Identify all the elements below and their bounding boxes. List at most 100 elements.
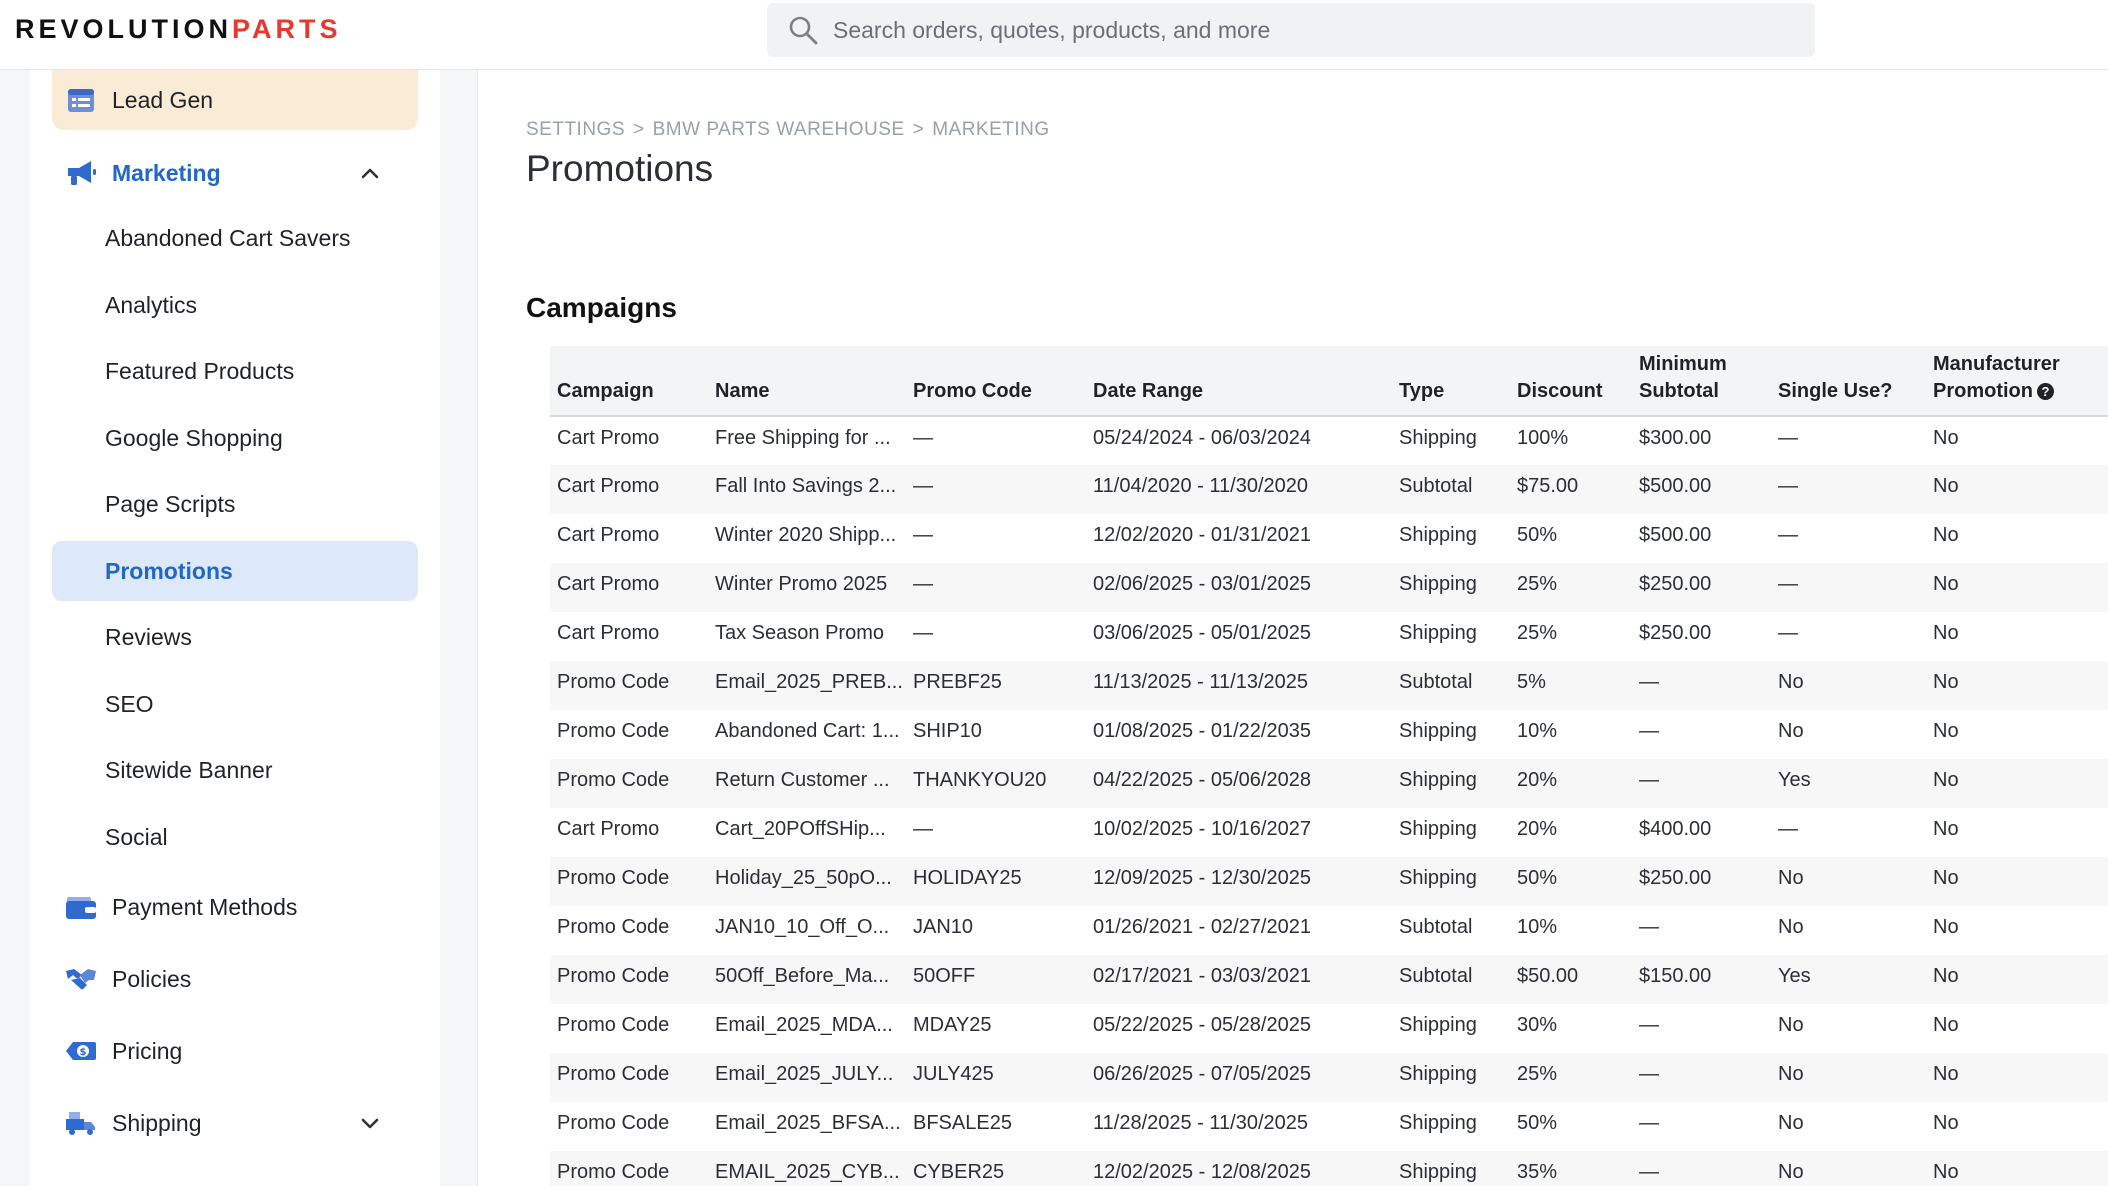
- breadcrumb-marketing[interactable]: MARKETING: [932, 119, 1049, 140]
- cell-minimum-subtotal: —: [1639, 1112, 1659, 1134]
- sidebar-item-label: Featured Products: [105, 357, 295, 384]
- sidebar-item-policies[interactable]: Policies: [52, 949, 418, 1009]
- cell-date-range: 05/24/2024 - 06/03/2024: [1093, 427, 1311, 449]
- breadcrumb-settings[interactable]: SETTINGS: [526, 119, 625, 140]
- help-icon[interactable]: ?: [2037, 383, 2054, 400]
- sidebar-item-abandoned-cart-savers[interactable]: Abandoned Cart Savers: [52, 208, 418, 268]
- cell-campaign: Promo Code: [557, 1063, 670, 1085]
- search-input[interactable]: [833, 16, 1783, 44]
- table-row[interactable]: Promo Code Abandoned Cart: 1... SHIP10 01/0…: [550, 710, 2108, 759]
- logo-text-main: REVOLUTION: [15, 14, 233, 44]
- table-row[interactable]: Promo Code Holiday_25_50pO... HOLIDAY25 12/…: [550, 857, 2108, 906]
- column-header-type[interactable]: Type: [1392, 346, 1510, 417]
- table-row[interactable]: Promo Code Return Customer ... THANKYOU20 0…: [550, 759, 2108, 808]
- column-header-date-range[interactable]: Date Range: [1086, 346, 1392, 417]
- cell-promo-code: SHIP10: [913, 720, 982, 742]
- sidebar-item-analytics[interactable]: Analytics: [52, 275, 418, 335]
- cell-promo-code: HOLIDAY25: [913, 867, 1022, 889]
- table-row[interactable]: Promo Code EMAIL_2025_CYB... CYBER25 12/02/…: [550, 1151, 2108, 1186]
- column-header-manufacturer-promotion[interactable]: Manufacturer Promotion?: [1926, 346, 2108, 417]
- table-row[interactable]: Cart Promo Fall Into Savings 2... — 11/04/2…: [550, 465, 2108, 514]
- table-row[interactable]: Promo Code Email_2025_BFSA... BFSALE25 11/2…: [550, 1102, 2108, 1151]
- cell-name: Email_2025_MDA...: [715, 1014, 893, 1036]
- sidebar-item-seo[interactable]: SEO: [52, 674, 418, 734]
- cell-campaign: Cart Promo: [557, 524, 660, 546]
- table-row[interactable]: Cart Promo Winter 2020 Shipp... — 12/02/202…: [550, 514, 2108, 563]
- table-row[interactable]: Cart Promo Free Shipping for ... — 05/24/20…: [550, 416, 2108, 465]
- column-header-discount[interactable]: Discount: [1510, 346, 1632, 417]
- cell-name: Email_2025_PREB...: [715, 671, 903, 693]
- sidebar-item-featured-products[interactable]: Featured Products: [52, 341, 418, 401]
- cell-minimum-subtotal: $250.00: [1639, 867, 1712, 889]
- cell-type: Shipping: [1399, 1161, 1477, 1183]
- sidebar-item-google-shopping[interactable]: Google Shopping: [52, 408, 418, 468]
- cell-type: Shipping: [1399, 818, 1477, 840]
- cell-promo-code: CYBER25: [913, 1161, 1005, 1183]
- cell-type: Shipping: [1399, 769, 1477, 791]
- cell-minimum-subtotal: $500.00: [1639, 475, 1712, 497]
- cell-single-use: No: [1778, 1161, 1804, 1183]
- megaphone-icon: [64, 158, 98, 188]
- search-bar[interactable]: [767, 3, 1815, 57]
- sidebar-item-sitewide-banner[interactable]: Sitewide Banner: [52, 740, 418, 800]
- cell-discount: 30%: [1517, 1014, 1558, 1036]
- table-row[interactable]: Cart Promo Cart_20POffSHip... — 10/02/2025 …: [550, 808, 2108, 857]
- column-header-single-use[interactable]: Single Use?: [1771, 346, 1926, 417]
- cell-discount: 10%: [1517, 720, 1558, 742]
- table-row[interactable]: Cart Promo Tax Season Promo — 03/06/2025 - …: [550, 612, 2108, 661]
- search-icon: [789, 16, 818, 45]
- cell-date-range: 01/08/2025 - 01/22/2035: [1093, 720, 1311, 742]
- table-row[interactable]: Promo Code Email_2025_JULY... JULY425 06/26…: [550, 1053, 2108, 1102]
- sidebar-item-label: Shipping: [112, 1109, 202, 1136]
- cell-discount: 20%: [1517, 818, 1558, 840]
- table-row[interactable]: Promo Code Email_2025_PREB... PREBF25 11/13…: [550, 661, 2108, 710]
- cell-type: Subtotal: [1399, 965, 1473, 987]
- cell-manufacturer-promotion: No: [1933, 524, 1959, 546]
- cell-type: Shipping: [1399, 1014, 1477, 1036]
- sidebar-item-label: Social: [105, 823, 168, 850]
- sidebar-item-social[interactable]: Social: [52, 807, 418, 867]
- sidebar-item-promotions[interactable]: Promotions: [52, 541, 418, 601]
- sidebar-item-shipping[interactable]: Shipping: [52, 1093, 418, 1153]
- cell-name: Cart_20POffSHip...: [715, 818, 886, 840]
- cell-name: Tax Season Promo: [715, 622, 884, 644]
- form-list-icon: [64, 85, 98, 115]
- table-row[interactable]: Promo Code Email_2025_MDA... MDAY25 05/22/2…: [550, 1004, 2108, 1053]
- cell-promo-code: —: [913, 622, 933, 644]
- cell-manufacturer-promotion: No: [1933, 573, 1959, 595]
- cell-minimum-subtotal: —: [1639, 1014, 1659, 1036]
- sidebar-item-pricing[interactable]: $ Pricing: [52, 1021, 418, 1081]
- cell-campaign: Promo Code: [557, 1014, 670, 1036]
- sidebar-item-page-scripts[interactable]: Page Scripts: [52, 474, 418, 534]
- cell-minimum-subtotal: —: [1639, 720, 1659, 742]
- table-row[interactable]: Promo Code JAN10_10_Off_O... JAN10 01/26/20…: [550, 906, 2108, 955]
- column-header-promo-code[interactable]: Promo Code: [906, 346, 1086, 417]
- sidebar-item-reviews[interactable]: Reviews: [52, 607, 418, 667]
- cell-promo-code: —: [913, 818, 933, 840]
- cell-campaign: Promo Code: [557, 1161, 670, 1183]
- sidebar-item-label: Abandoned Cart Savers: [105, 224, 351, 251]
- cell-promo-code: 50OFF: [913, 965, 976, 987]
- chevron-up-icon[interactable]: [360, 163, 380, 183]
- column-header-campaign[interactable]: Campaign: [550, 346, 708, 417]
- sidebar-item-payment-methods[interactable]: Payment Methods: [52, 877, 418, 937]
- table-row[interactable]: Promo Code 50Off_Before_Ma... 50OFF 02/17/2…: [550, 955, 2108, 1004]
- sidebar-item-marketing[interactable]: Marketing: [52, 143, 418, 203]
- column-header-minimum-subtotal[interactable]: Minimum Subtotal: [1632, 346, 1771, 417]
- cell-minimum-subtotal: —: [1639, 769, 1659, 791]
- sidebar-item-lead-gen[interactable]: Lead Gen: [52, 70, 418, 130]
- sidebar-item-label: Page Scripts: [105, 490, 236, 517]
- cell-single-use: No: [1778, 916, 1804, 938]
- breadcrumb-store[interactable]: BMW PARTS WAREHOUSE: [653, 119, 905, 140]
- cell-minimum-subtotal: $250.00: [1639, 573, 1712, 595]
- cell-discount: 50%: [1517, 524, 1558, 546]
- table-row[interactable]: Cart Promo Winter Promo 2025 — 02/06/2025 -…: [550, 563, 2108, 612]
- column-header-name[interactable]: Name: [708, 346, 906, 417]
- cell-manufacturer-promotion: No: [1933, 475, 1959, 497]
- chevron-down-icon[interactable]: [360, 1113, 380, 1133]
- cell-single-use: No: [1778, 671, 1804, 693]
- cell-date-range: 12/02/2020 - 01/31/2021: [1093, 524, 1311, 546]
- top-bar: REVOLUTIONPARTS: [0, 0, 2108, 70]
- sidebar-item-label: Reviews: [105, 623, 192, 650]
- logo[interactable]: REVOLUTIONPARTS: [15, 14, 342, 45]
